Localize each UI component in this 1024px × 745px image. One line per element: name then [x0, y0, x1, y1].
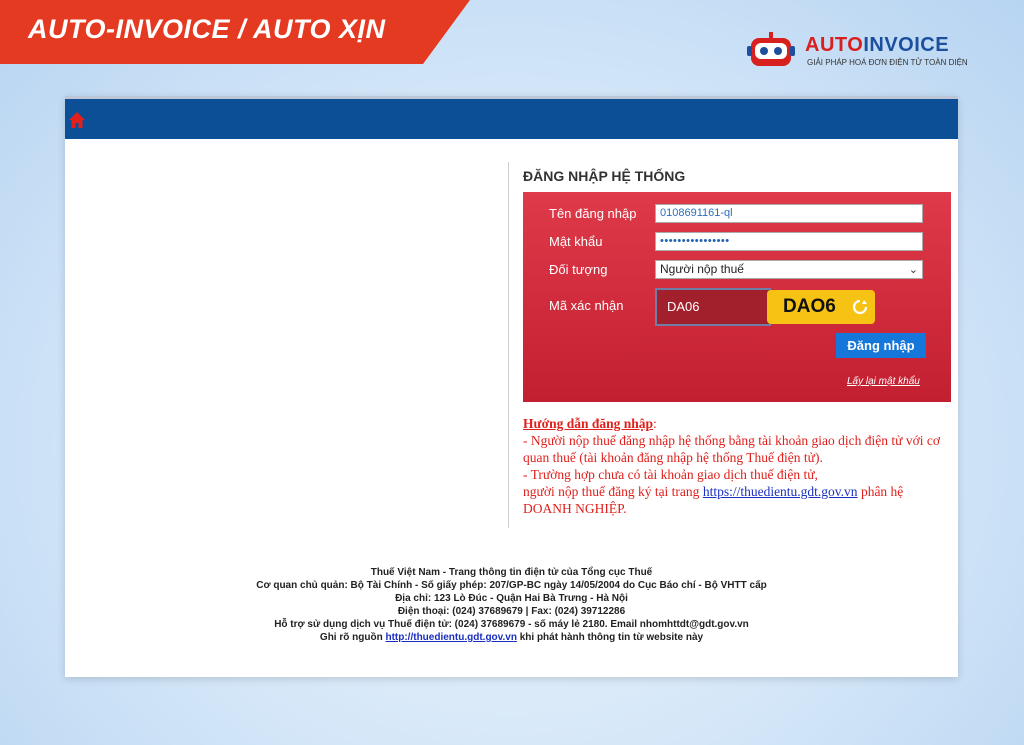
guide-line-2: - Trường hợp chưa có tài khoản giao dịch… [523, 467, 818, 482]
register-link[interactable]: https://thuedientu.gdt.gov.vn [703, 484, 858, 499]
subject-label: Đối tượng [549, 262, 608, 277]
subject-select[interactable]: Người nộp thuế ⌄ [655, 260, 923, 279]
username-input[interactable]: 0108691161-ql [655, 204, 923, 223]
brand-banner-text: AUTO-INVOICE / AUTO XỊN [28, 14, 386, 44]
tax-portal-window: ĐĂNG NHẬP HỆ THỐNG Tên đăng nhập 0108691… [65, 96, 958, 677]
home-icon[interactable] [68, 111, 86, 129]
login-form: Tên đăng nhập 0108691161-ql Mật khẩu •••… [523, 192, 951, 402]
guide-heading: Hướng dẫn đăng nhập [523, 416, 654, 431]
logo-title: AUTOINVOICE [805, 34, 950, 56]
login-button[interactable]: Đăng nhập [836, 333, 926, 358]
footer-line-4: Điện thoại: (024) 37689679 | Fax: (024) … [397, 606, 626, 617]
chevron-down-icon: ⌄ [908, 264, 918, 276]
logo-subtitle: GIẢI PHÁP HOÁ ĐƠN ĐIỆN TỬ TOÀN DIỆN [807, 58, 968, 67]
login-guide: Hướng dẫn đăng nhập: - Người nộp thuế đă… [523, 415, 953, 517]
footer-line-1: Thuế Việt Nam - Trang thông tin điện tử … [370, 567, 653, 578]
subject-select-value: Người nộp thuế [660, 262, 744, 276]
robot-logo-icon [747, 32, 795, 66]
captcha-image-text: DAO6 [783, 296, 836, 317]
login-title: ĐĂNG NHẬP HỆ THỐNG [523, 168, 686, 184]
guide-line-1: - Người nộp thuế đăng nhập hệ thống bằng… [523, 433, 940, 465]
footer-line-3: Địa chỉ: 123 Lò Đúc - Quận Hai Bà Trưng … [395, 593, 628, 604]
footer-line-5: Hỗ trợ sử dụng dịch vụ Thuế điện tử: (02… [274, 619, 749, 630]
password-input[interactable]: •••••••••••••••• [655, 232, 923, 251]
username-label: Tên đăng nhập [549, 206, 637, 221]
captcha-image: DAO6 [767, 290, 875, 324]
footer-line-6: Ghi rõ nguồn http://thuedientu.gdt.gov.v… [319, 632, 704, 643]
guide-line-3: người nộp thuế đăng ký tại trang https:/… [523, 484, 904, 516]
captcha-label: Mã xác nhận [549, 298, 624, 313]
source-link[interactable]: http://thuedientu.gdt.gov.vn [385, 632, 516, 643]
autoinvoice-logo: AUTOINVOICE GIẢI PHÁP HOÁ ĐƠN ĐIỆN TỬ TO… [745, 26, 985, 76]
top-nav-bar [65, 96, 958, 139]
forgot-password-link[interactable]: Lấy lại mật khẩu [847, 376, 920, 387]
footer-line-2: Cơ quan chủ quản: Bộ Tài Chính - Số giấy… [256, 580, 767, 591]
site-footer: Thuế Việt Nam - Trang thông tin điện tử … [65, 566, 958, 644]
refresh-icon[interactable] [851, 298, 869, 316]
password-label: Mật khẩu [549, 234, 603, 249]
login-panel: ĐĂNG NHẬP HỆ THỐNG Tên đăng nhập 0108691… [508, 162, 951, 528]
captcha-input[interactable]: DA06 [655, 288, 771, 326]
